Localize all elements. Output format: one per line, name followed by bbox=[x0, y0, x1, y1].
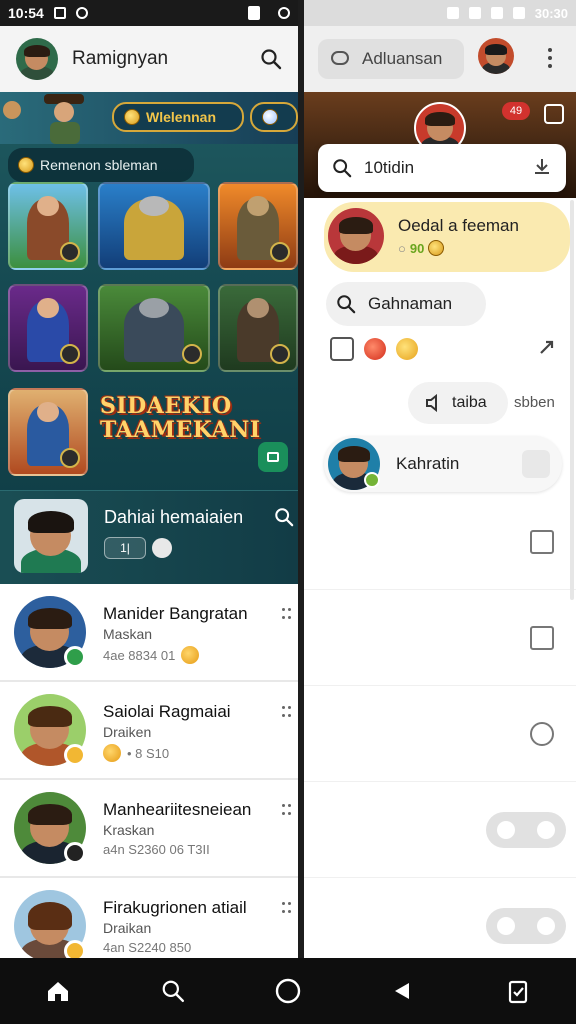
app-title: Ramignyan bbox=[72, 48, 169, 69]
emoji-icon bbox=[103, 744, 121, 762]
edit-icon[interactable] bbox=[530, 626, 554, 650]
game-tile[interactable] bbox=[98, 182, 210, 270]
list-item[interactable] bbox=[304, 878, 576, 958]
toggle-switch[interactable] bbox=[486, 812, 566, 848]
home-icon[interactable] bbox=[38, 971, 78, 1011]
search-icon[interactable] bbox=[153, 971, 193, 1011]
online-indicator bbox=[364, 472, 380, 488]
highlight-avatar bbox=[328, 208, 384, 264]
edit-icon[interactable] bbox=[530, 530, 554, 554]
bottom-nav bbox=[0, 958, 576, 1024]
search-icon bbox=[333, 159, 352, 178]
chat-bubble-icon bbox=[331, 51, 349, 65]
search-icon[interactable] bbox=[274, 507, 294, 527]
game-search-chip[interactable]: Remenon sbleman bbox=[8, 148, 194, 182]
status-time: 30:30 bbox=[534, 5, 568, 21]
status-badge bbox=[64, 940, 86, 958]
game-tile[interactable] bbox=[8, 182, 88, 270]
event-pill[interactable]: Wlelennan bbox=[112, 102, 244, 132]
drag-handle-icon[interactable] bbox=[282, 706, 292, 720]
promo-title: SIDAEKIO TAAMEKANI bbox=[100, 393, 261, 443]
more-options-icon[interactable] bbox=[548, 48, 554, 68]
coin-icon bbox=[124, 109, 140, 125]
status-bar: 30:30 bbox=[304, 0, 576, 26]
status-badge bbox=[64, 744, 86, 766]
back-icon[interactable] bbox=[383, 971, 423, 1011]
game-tile[interactable] bbox=[218, 182, 298, 270]
status-badge bbox=[64, 646, 86, 668]
list-item[interactable] bbox=[304, 782, 576, 878]
signal-icon bbox=[468, 7, 481, 19]
tab-side-label: sbben bbox=[514, 394, 555, 411]
game-tile[interactable] bbox=[218, 284, 298, 372]
camera-icon[interactable] bbox=[544, 104, 564, 124]
person-chip[interactable]: Kahratin bbox=[324, 436, 562, 492]
list-item[interactable]: Firakugrionen atiail Draikan 4an S2240 8… bbox=[0, 878, 298, 958]
gem-icon bbox=[262, 109, 278, 125]
gallery-icon[interactable] bbox=[330, 337, 354, 361]
bluetooth-icon bbox=[446, 7, 459, 19]
coin-icon bbox=[18, 157, 34, 173]
status-time: 10:54 bbox=[8, 5, 44, 21]
toggle-switch[interactable] bbox=[486, 908, 566, 944]
highlight-card[interactable]: Oedal a feeman ○ 90 bbox=[324, 202, 570, 272]
game-tile[interactable] bbox=[8, 284, 88, 372]
search-pill[interactable]: Adluansan bbox=[318, 39, 464, 79]
list-item[interactable] bbox=[304, 686, 576, 782]
heart-icon[interactable] bbox=[364, 338, 386, 360]
tab-chip[interactable]: taiba bbox=[408, 382, 508, 424]
notification-icon bbox=[53, 7, 66, 19]
battery-icon bbox=[512, 7, 525, 19]
likes-badge[interactable]: 49 bbox=[502, 102, 530, 120]
reward-pill[interactable] bbox=[250, 102, 298, 132]
app-header: Ramignyan bbox=[0, 26, 298, 92]
game-characters-image bbox=[3, 94, 84, 144]
search-icon[interactable] bbox=[260, 48, 282, 70]
speaker-icon bbox=[426, 394, 437, 412]
check-icon[interactable] bbox=[152, 538, 172, 558]
battery-icon bbox=[248, 6, 260, 20]
download-icon[interactable] bbox=[532, 156, 552, 181]
right-pane: 30:30 Adluansan 49 10tidin Oedal a feema… bbox=[304, 0, 576, 958]
quick-actions-row bbox=[330, 334, 560, 364]
wrench-icon[interactable] bbox=[522, 450, 550, 478]
profile-avatar[interactable] bbox=[478, 38, 514, 74]
drag-handle-icon[interactable] bbox=[282, 608, 292, 622]
status-bar: 10:54 bbox=[0, 0, 298, 26]
search-icon bbox=[337, 295, 356, 314]
featured-contact[interactable]: Dahiai hemaiaien 1| bbox=[0, 490, 298, 584]
refresh-icon[interactable] bbox=[530, 722, 554, 746]
list-item[interactable]: Saiolai Ragmaiai Draiken • 8 S10 bbox=[0, 682, 298, 780]
status-badge bbox=[64, 842, 86, 864]
featured-count-box[interactable]: 1| bbox=[104, 537, 146, 559]
list-item[interactable] bbox=[304, 590, 576, 686]
game-panel: Wlelennan Remenon sbleman SIDAEKIO TAAME… bbox=[0, 92, 298, 584]
wifi-icon bbox=[490, 7, 503, 19]
featured-avatar bbox=[14, 499, 88, 573]
profile-avatar[interactable] bbox=[16, 38, 58, 80]
emoji-icon[interactable] bbox=[396, 338, 418, 360]
left-pane: 10:54 Ramignyan Wlelennan Remenon sblema… bbox=[0, 0, 298, 958]
app-header: Adluansan bbox=[304, 26, 576, 92]
drag-handle-icon[interactable] bbox=[282, 902, 292, 916]
list-item[interactable]: Manheariitesneiean Kraskan a4n S2360 06 … bbox=[0, 780, 298, 878]
sync-icon bbox=[75, 7, 88, 19]
star-icon bbox=[428, 240, 445, 256]
game-tile[interactable] bbox=[8, 388, 88, 476]
list-item[interactable] bbox=[304, 494, 576, 590]
circle-home-icon[interactable] bbox=[268, 971, 308, 1011]
share-icon[interactable] bbox=[538, 337, 560, 362]
settings-icon bbox=[278, 7, 290, 19]
drag-handle-icon[interactable] bbox=[282, 804, 292, 818]
chat-chip[interactable] bbox=[258, 442, 288, 472]
contact-list: Manider Bangratan Maskan 4ae 8834 01 Sai… bbox=[0, 584, 298, 958]
search-input[interactable]: 10tidin bbox=[318, 144, 566, 192]
list-item[interactable]: Manider Bangratan Maskan 4ae 8834 01 bbox=[0, 584, 298, 682]
clipboard-icon[interactable] bbox=[498, 971, 538, 1011]
emoji-icon bbox=[181, 646, 200, 664]
featured-actions: 1| bbox=[104, 537, 172, 559]
game-tile[interactable] bbox=[98, 284, 210, 372]
search-chip[interactable]: Gahnaman bbox=[326, 282, 486, 326]
scrollbar[interactable] bbox=[570, 200, 574, 600]
